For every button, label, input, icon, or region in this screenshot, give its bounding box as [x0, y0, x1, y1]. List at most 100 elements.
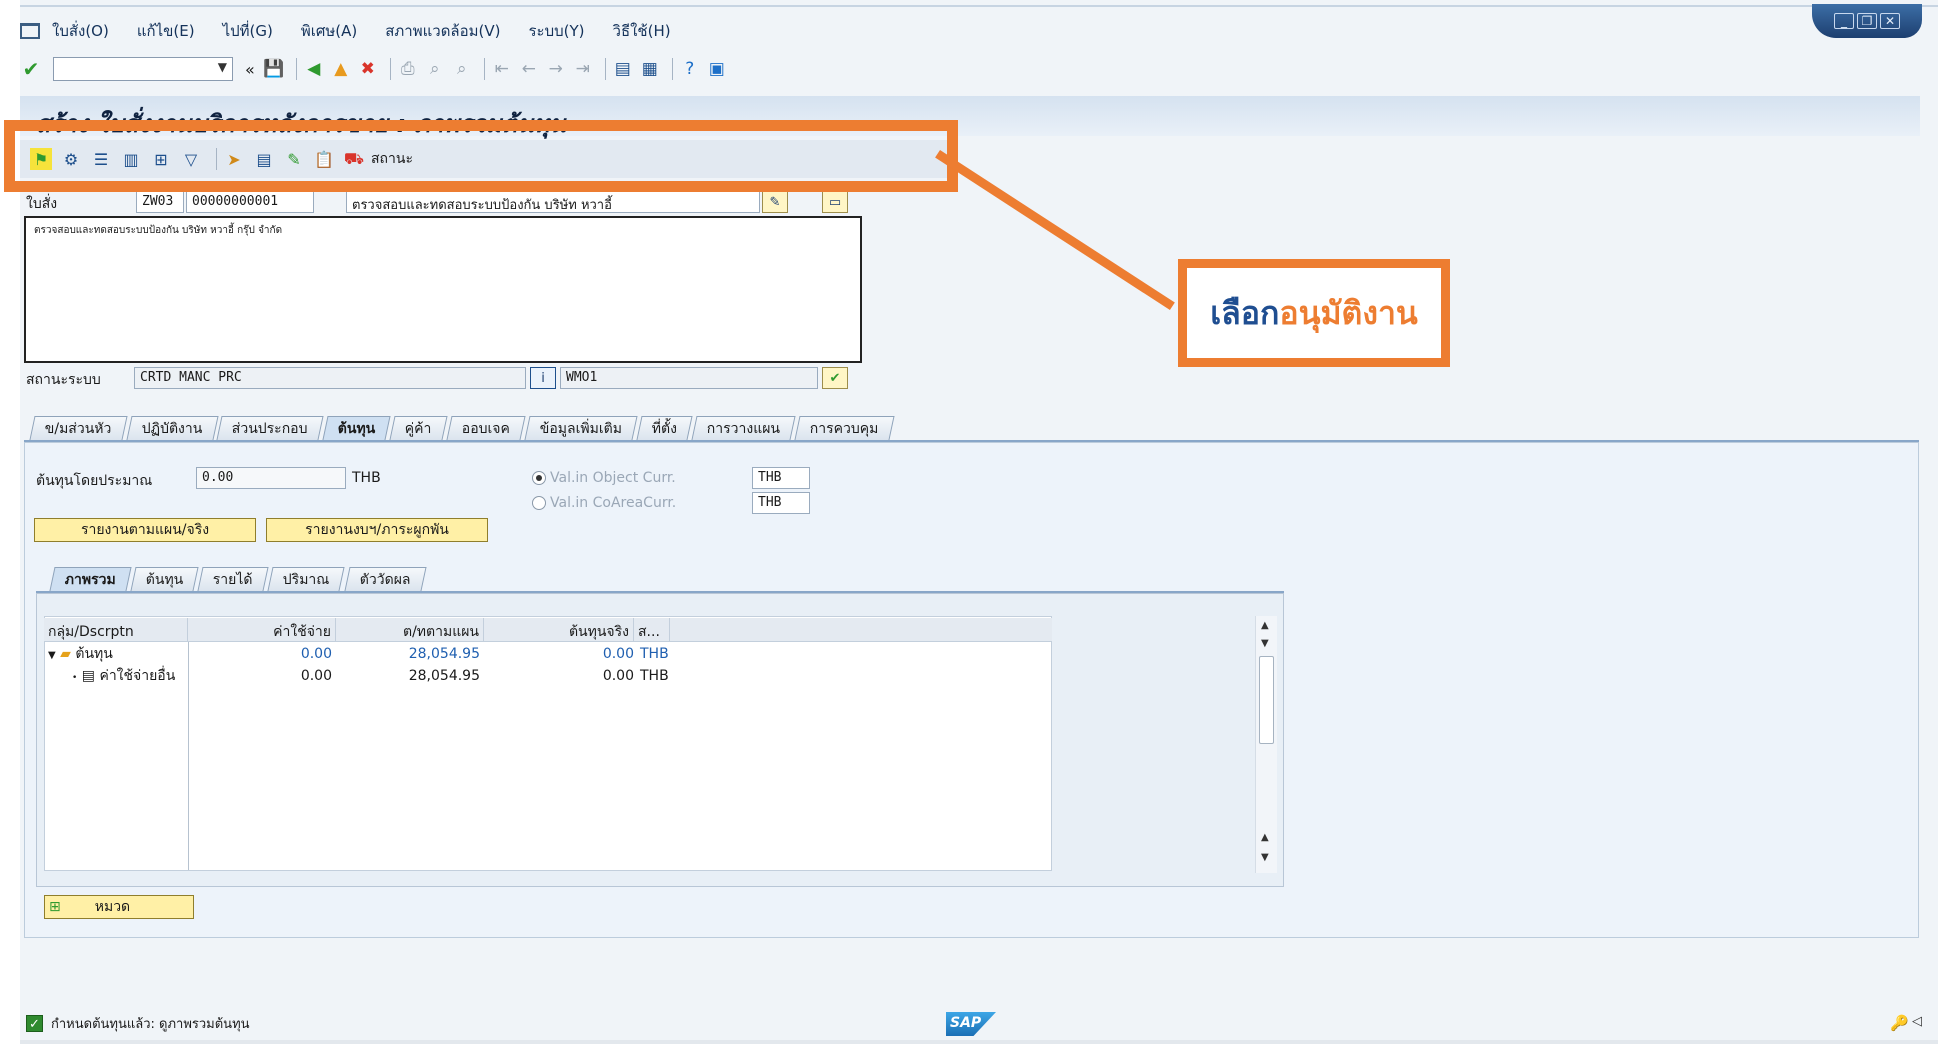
column-currency[interactable]: ส...	[634, 618, 670, 641]
menu-edit[interactable]: แก้ไข(E)	[137, 19, 195, 43]
folder-icon: ▰	[60, 646, 71, 662]
column-actual-cost[interactable]: ต้นทุนจริง	[484, 618, 634, 641]
plan-actual-report-button[interactable]: รายงานตามแผน/จริง	[34, 518, 256, 542]
tab-control[interactable]: การควบคุม	[794, 416, 895, 440]
shortcut-icon[interactable]: ▦	[639, 58, 661, 80]
status-message[interactable]: กำหนดต้นทุนแล้ว: ดูภาพรวมต้นทุน	[51, 1013, 250, 1034]
tab-header-data[interactable]: ข/มส่วนหัว	[29, 416, 128, 440]
last-page-icon[interactable]: ⇥	[572, 58, 594, 80]
table-row[interactable]: ▼ ▰ ต้นทุน 0.00 28,054.95 0.00 THB	[44, 643, 1052, 665]
tab-quantity[interactable]: ปริมาณ	[267, 567, 346, 591]
menu-goto[interactable]: ไปที่(G)	[223, 19, 273, 43]
toolbar-separator	[671, 58, 673, 80]
status-help-icon[interactable]: 🔑	[1890, 1014, 1909, 1032]
toolbar-separator	[604, 58, 606, 80]
tab-kpi[interactable]: ตัววัดผล	[344, 567, 426, 591]
estimated-costs-currency: THB	[352, 470, 381, 486]
tab-overview[interactable]: ภาพรวม	[49, 567, 132, 591]
tab-components[interactable]: ส่วนประกอบ	[216, 416, 324, 440]
menu-help[interactable]: วิธีใช้(H)	[613, 19, 671, 43]
find-next-icon[interactable]: ⌕	[451, 58, 473, 80]
category-button[interactable]: ⊞ หมวด	[44, 895, 194, 919]
layout-menu-icon[interactable]: ▣	[706, 58, 728, 80]
tab-partners[interactable]: คู่ค้า	[389, 416, 448, 440]
table-row[interactable]: • ▤ ค่าใช้จ่ายอื่น 0.00 28,054.95 0.00 T…	[44, 665, 1052, 687]
expand-arrow-icon[interactable]: ▼	[48, 650, 56, 661]
document-icon: ▤	[81, 668, 95, 684]
command-field-collapse-icon[interactable]: «	[245, 60, 255, 79]
radio-selected-icon	[532, 471, 546, 485]
cell-expenses: 0.00	[300, 646, 332, 662]
restore-icon[interactable]: ❐	[1857, 13, 1877, 29]
menu-bar: ใบสั่ง(O) แก้ไข(E) ไปที่(G) พิเศษ(A) สภา…	[20, 16, 699, 46]
chevron-down-icon[interactable]: ▼	[218, 60, 227, 74]
menu-toggle-icon[interactable]	[20, 23, 40, 39]
window-controls: _ ❐ ✕	[1812, 4, 1922, 38]
tab-location[interactable]: ที่ตั้ง	[636, 416, 693, 440]
cell-planned-cost: 28,054.95	[408, 668, 480, 684]
column-group-description[interactable]: กลุ่ม/Dscrptn	[44, 618, 188, 641]
info-icon[interactable]: i	[530, 367, 556, 389]
help-icon[interactable]: ?	[679, 58, 701, 80]
cell-currency: THB	[640, 646, 669, 662]
column-planned-cost[interactable]: ต/ทตามแผน	[336, 618, 484, 641]
object-link-icon[interactable]: ▭	[822, 191, 848, 213]
inner-tabstrip: ภาพรวม ต้นทุน รายได้ ปริมาณ ตัววัดผล	[49, 567, 427, 591]
order-type-field[interactable]: ZW03	[136, 191, 184, 213]
column-expenses[interactable]: ค่าใช้จ่าย	[188, 618, 336, 641]
menu-extras[interactable]: พิเศษ(A)	[301, 19, 357, 43]
cancel-icon[interactable]: ✖	[357, 58, 379, 80]
tab-additional-data[interactable]: ข้อมูลเพิ่มเติม	[524, 416, 638, 440]
menu-order[interactable]: ใบสั่ง(O)	[52, 19, 109, 43]
minimize-icon[interactable]: _	[1834, 13, 1854, 29]
tab-planning[interactable]: การวางแผน	[691, 416, 797, 440]
estimated-costs-field[interactable]: 0.00	[196, 467, 346, 489]
close-icon[interactable]: ✕	[1880, 13, 1900, 29]
estimated-costs-label: ต้นทุนโดยประมาณ	[36, 473, 153, 489]
status-check-icon[interactable]: ✔	[822, 367, 848, 389]
exit-icon[interactable]: ▲	[330, 58, 352, 80]
bullet-icon: •	[72, 673, 78, 683]
edit-longtext-icon[interactable]: ✎	[762, 191, 788, 213]
callout-text-approve: อนุมัติงาน	[1279, 293, 1418, 332]
menu-environment[interactable]: สภาพแวดล้อม(V)	[385, 19, 500, 43]
scroll-up-icon[interactable]: ▲	[1261, 832, 1269, 843]
tab-operations[interactable]: ปฏิบัติงาน	[126, 416, 218, 440]
tab-revenue[interactable]: รายได้	[197, 567, 269, 591]
next-page-icon[interactable]: →	[545, 58, 567, 80]
order-description-field[interactable]: ตรวจสอบและทดสอบระบบป้องกัน บริษัท หวาอี้	[346, 191, 760, 213]
find-icon[interactable]: ⌕	[424, 58, 446, 80]
order-number-field[interactable]: 00000000001	[186, 191, 314, 213]
tab-costs[interactable]: ต้นทุน	[322, 416, 391, 440]
enter-check-icon[interactable]: ✔	[20, 57, 42, 81]
cell-actual-cost: 0.00	[602, 668, 634, 684]
table-header: กลุ่ม/Dscrptn ค่าใช้จ่าย ต/ทตามแผน ต้นทุ…	[44, 618, 1052, 642]
tab-cost[interactable]: ต้นทุน	[130, 567, 199, 591]
scroll-up-icon[interactable]: ▲	[1261, 620, 1269, 631]
back-icon[interactable]: ◀	[303, 58, 325, 80]
status-expand-icon[interactable]: ◁	[1912, 1014, 1922, 1029]
scroll-down-icon[interactable]: ▼	[1261, 638, 1269, 649]
print-icon[interactable]: ⎙	[397, 58, 419, 80]
tab-objects[interactable]: ออบเจค	[446, 416, 526, 440]
radio-coarea-currency[interactable]: Val.in CoAreaCurr.	[532, 495, 676, 511]
cell-currency: THB	[640, 668, 669, 684]
radio-object-currency[interactable]: Val.in Object Curr.	[532, 470, 676, 486]
menu-system[interactable]: ระบบ(Y)	[529, 19, 585, 43]
user-status-field: WMO1	[560, 367, 818, 389]
bottom-edge	[20, 1040, 1938, 1044]
scroll-down-icon[interactable]: ▼	[1261, 852, 1269, 863]
previous-page-icon[interactable]: ←	[518, 58, 540, 80]
row-label: ค่าใช้จ่ายอื่น	[99, 668, 176, 684]
scrollbar-thumb[interactable]	[1259, 656, 1274, 744]
first-page-icon[interactable]: ⇤	[491, 58, 513, 80]
row-label: ต้นทุน	[75, 646, 113, 662]
table-body: ▼ ▰ ต้นทุน 0.00 28,054.95 0.00 THB • ▤ ค…	[44, 643, 1052, 687]
new-session-icon[interactable]: ▤	[612, 58, 634, 80]
success-check-icon: ✓	[26, 1014, 43, 1032]
command-field[interactable]: ▼	[53, 57, 233, 81]
budget-commitment-report-button[interactable]: รายงานงบฯ/ภาระผูกพัน	[266, 518, 488, 542]
save-icon[interactable]: 💾	[263, 58, 285, 80]
long-text-editor[interactable]: ตรวจสอบและทดสอบระบบป้องกัน บริษัท หวาอี้…	[24, 216, 862, 363]
vertical-scrollbar[interactable]: ▲ ▼ ▲ ▼	[1255, 616, 1277, 873]
